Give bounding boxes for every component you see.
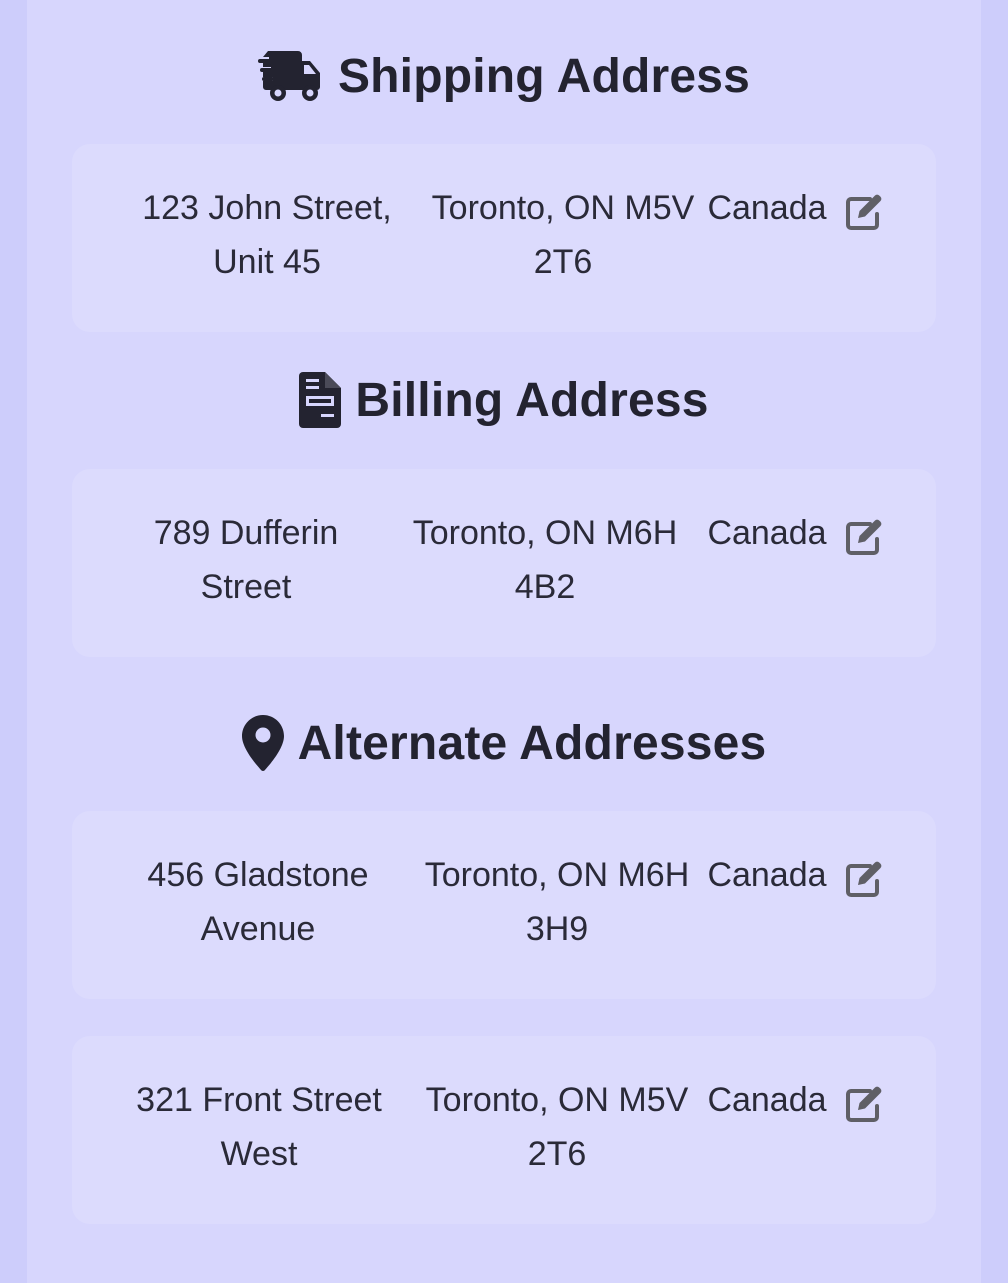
alternate-title: Alternate Addresses	[297, 716, 767, 770]
alternate-heading: Alternate Addresses	[27, 713, 981, 773]
edit-icon[interactable]	[844, 517, 884, 557]
location-pin-icon	[241, 715, 284, 771]
city-line: Toronto, ON M5V 2T6	[425, 1081, 689, 1173]
shipping-heading: Shipping Address	[27, 46, 981, 106]
street-line: 456 Gladstone Avenue	[147, 856, 369, 948]
edit-icon[interactable]	[844, 192, 884, 232]
edit-icon[interactable]	[844, 1084, 884, 1124]
city-line: Toronto, ON M6H 4B2	[412, 514, 678, 606]
street-line: 789 Dufferin Street	[153, 514, 339, 606]
billing-title: Billing Address	[355, 373, 709, 427]
alternate-address-card: 456 Gladstone Avenue Toronto, ON M6H 3H9…	[72, 811, 936, 999]
city-line: Toronto, ON M6H 3H9	[424, 856, 690, 948]
address-panel: Shipping Address 123 John Street, Unit 4…	[27, 0, 981, 1283]
country-line: Canada	[707, 189, 827, 227]
city-line: Toronto, ON M5V 2T6	[431, 189, 695, 281]
shipping-title: Shipping Address	[337, 49, 751, 103]
shipping-address-card: 123 John Street, Unit 45 Toronto, ON M5V…	[72, 144, 936, 332]
country-line: Canada	[707, 856, 827, 894]
street-line: 123 John Street, Unit 45	[142, 189, 392, 281]
truck-fast-icon	[257, 49, 324, 103]
edit-icon[interactable]	[844, 859, 884, 899]
alternate-address-card: 321 Front Street West Toronto, ON M5V 2T…	[72, 1036, 936, 1224]
billing-heading: Billing Address	[27, 370, 981, 430]
billing-address-card: 789 Dufferin Street Toronto, ON M6H 4B2 …	[72, 469, 936, 657]
street-line: 321 Front Street West	[136, 1081, 382, 1173]
country-line: Canada	[707, 1081, 827, 1119]
country-line: Canada	[707, 514, 827, 552]
file-invoice-icon	[299, 372, 342, 428]
